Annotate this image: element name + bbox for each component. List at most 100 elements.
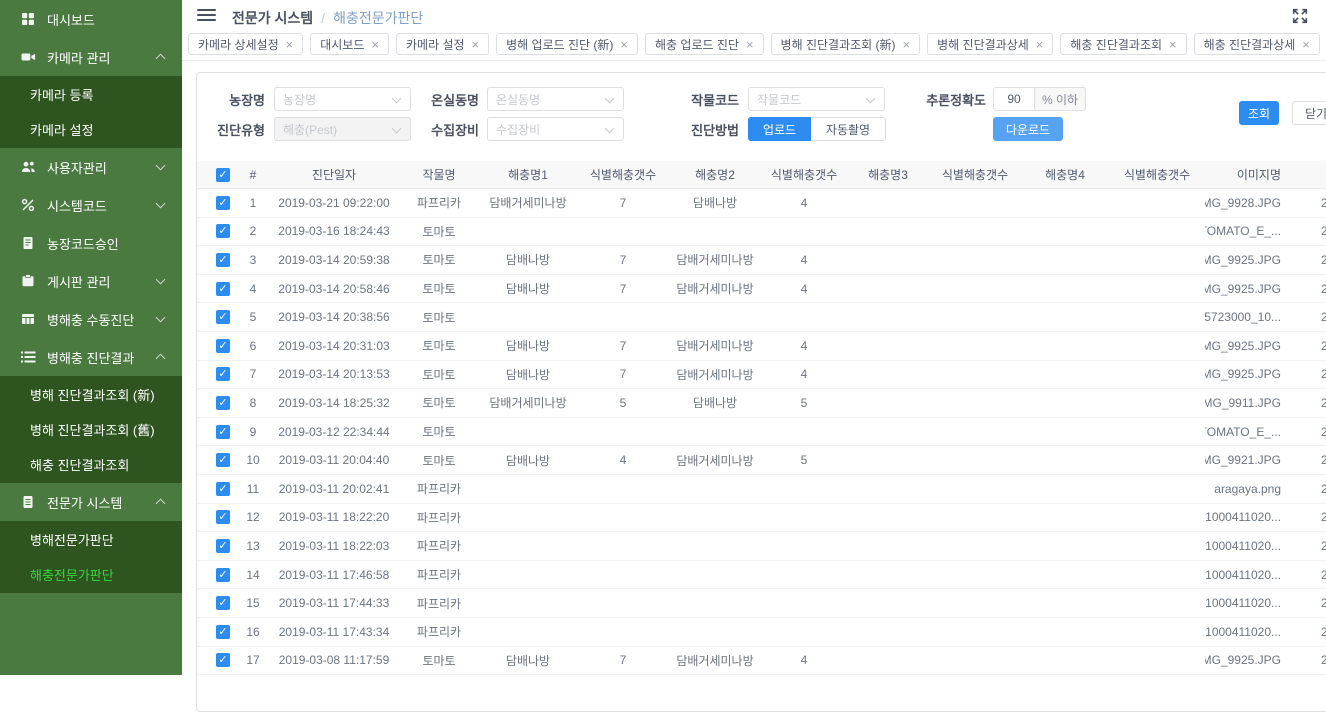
table-row[interactable]: ✓62019-03-14 20:31:03토마토담배나방7담배거세미나방4IMG… xyxy=(197,332,1326,361)
sidebar-item-1[interactable]: 카메라 관리 xyxy=(0,38,182,76)
tab-2[interactable]: 카메라 설정× xyxy=(396,33,489,55)
table-cell: 7 xyxy=(577,196,669,210)
method-upload-button[interactable]: 업로드 xyxy=(748,117,811,141)
table-row[interactable]: ✓42019-03-14 20:58:46토마토담배나방7담배거세미나방4IMG… xyxy=(197,275,1326,304)
row-checkbox[interactable]: ✓ xyxy=(216,453,230,467)
table-cell: 2019 xyxy=(1301,510,1326,524)
chevron-down-icon xyxy=(156,313,166,323)
table-row[interactable]: ✓152019-03-11 17:44:33파프리카1000411020...2… xyxy=(197,589,1326,618)
tab-4[interactable]: 해충 업로드 진단× xyxy=(645,33,764,55)
row-checkbox[interactable]: ✓ xyxy=(216,510,230,524)
tab-close-icon[interactable]: × xyxy=(472,38,480,51)
tab-3[interactable]: 병해 업로드 진단 (新)× xyxy=(496,33,638,55)
table-row[interactable]: ✓162019-03-11 17:43:34파프리카1000411020...2… xyxy=(197,618,1326,647)
chevron-up-icon xyxy=(156,54,166,64)
table-row[interactable]: ✓122019-03-11 18:22:20파프리카1000411020...2… xyxy=(197,504,1326,533)
table-row[interactable]: ✓92019-03-12 22:34:44토마토TOMATO_E_...2019 xyxy=(197,418,1326,447)
tab-6[interactable]: 병해 진단결과상세× xyxy=(927,33,1053,55)
diag-type-label: 진단유형 xyxy=(209,120,265,139)
row-checkbox[interactable]: ✓ xyxy=(216,568,230,582)
crop-code-select[interactable]: 작물코드 xyxy=(748,87,885,111)
table-row[interactable]: ✓132019-03-11 18:22:03파프리카1000411020...2… xyxy=(197,532,1326,561)
table-cell: 4 xyxy=(761,367,847,381)
sidebar-item-label: 대시보드 xyxy=(47,10,95,29)
row-checkbox[interactable]: ✓ xyxy=(216,339,230,353)
tab-close-icon[interactable]: × xyxy=(1036,38,1044,51)
table-row[interactable]: ✓112019-03-11 20:02:41파프리카aragaya.png201… xyxy=(197,475,1326,504)
row-checkbox[interactable]: ✓ xyxy=(216,625,230,639)
tab-close-icon[interactable]: × xyxy=(903,38,911,51)
tab-5[interactable]: 병해 진단결과조회 (新)× xyxy=(771,33,921,55)
row-checkbox[interactable]: ✓ xyxy=(216,253,230,267)
table-row[interactable]: ✓72019-03-14 20:13:53토마토담배나방7담배거세미나방4IMG… xyxy=(197,361,1326,390)
table-cell: 토마토 xyxy=(399,309,479,326)
tab-close-icon[interactable]: × xyxy=(371,38,379,51)
row-checkbox[interactable]: ✓ xyxy=(216,425,230,439)
chevron-down-icon xyxy=(156,199,166,209)
accuracy-input[interactable] xyxy=(993,87,1035,111)
tab-7[interactable]: 해충 진단결과조회× xyxy=(1060,33,1186,55)
farm-name-select[interactable]: 농장명 xyxy=(274,87,411,111)
column-header: 해충명4 xyxy=(1021,166,1109,183)
tab-close-icon[interactable]: × xyxy=(746,38,754,51)
tab-0[interactable]: 카메라 상세설정× xyxy=(188,33,303,55)
sidebar-subitem[interactable]: 병해 진단결과조회 (舊) xyxy=(0,412,182,447)
table-row[interactable]: ✓102019-03-11 20:04:40토마토담배나방4담배거세미나방5IM… xyxy=(197,446,1326,475)
sidebar-item-8[interactable]: 전문가 시스템 xyxy=(0,483,182,521)
row-checkbox[interactable]: ✓ xyxy=(216,539,230,553)
tab-label: 대시보드 xyxy=(320,36,364,53)
table-row[interactable]: ✓82019-03-14 18:25:32토마토담배거세미나방5담배나방5IMG… xyxy=(197,389,1326,418)
row-checkbox[interactable]: ✓ xyxy=(216,224,230,238)
tab-close-icon[interactable]: × xyxy=(620,38,628,51)
table-cell: 파프리카 xyxy=(399,595,479,612)
table-row[interactable]: ✓32019-03-14 20:59:38토마토담배나방7담배거세미나방4IMG… xyxy=(197,246,1326,275)
sidebar-item-3[interactable]: 시스템코드 xyxy=(0,186,182,224)
tab-close-icon[interactable]: × xyxy=(1169,38,1177,51)
table-cell: 담배거세미나방 xyxy=(669,337,761,354)
hamburger-menu-icon[interactable] xyxy=(197,9,216,22)
sidebar-item-4[interactable]: 농장코드승인 xyxy=(0,224,182,262)
row-checkbox[interactable]: ✓ xyxy=(216,367,230,381)
table-cell: IMG_9921.JPG xyxy=(1205,453,1301,467)
tab-close-icon[interactable]: × xyxy=(286,38,294,51)
sidebar-item-6[interactable]: 병해충 수동진단 xyxy=(0,300,182,338)
chevron-up-icon xyxy=(156,354,166,364)
row-checkbox[interactable]: ✓ xyxy=(216,396,230,410)
sidebar-subitem[interactable]: 카메라 등록 xyxy=(0,77,182,112)
row-checkbox[interactable]: ✓ xyxy=(216,310,230,324)
table-row[interactable]: ✓172019-03-08 11:17:59토마토담배나방7담배거세미나방4IM… xyxy=(197,647,1326,676)
row-checkbox[interactable]: ✓ xyxy=(216,196,230,210)
select-all-checkbox[interactable]: ✓ xyxy=(216,168,230,182)
sidebar-subitem[interactable]: 병해 진단결과조회 (新) xyxy=(0,377,182,412)
sidebar-subitem[interactable]: 병해전문가판단 xyxy=(0,522,182,557)
download-button[interactable]: 다운로드 xyxy=(993,117,1063,141)
breadcrumb-parent[interactable]: 전문가 시스템 xyxy=(232,8,313,28)
tab-1[interactable]: 대시보드 × xyxy=(310,33,389,55)
sidebar-item-0[interactable]: 대시보드 xyxy=(0,0,182,38)
sidebar-item-5[interactable]: 게시판 관리 xyxy=(0,262,182,300)
method-autocapture-button[interactable]: 자동촬영 xyxy=(811,117,886,141)
sidebar-item-7[interactable]: 병해충 진단결과 xyxy=(0,338,182,376)
row-checkbox[interactable]: ✓ xyxy=(216,653,230,667)
table-cell: 12 xyxy=(237,510,269,524)
device-select[interactable]: 수집장비 xyxy=(487,117,624,141)
table-row[interactable]: ✓12019-03-21 09:22:00파프리카담배거세미나방7담배나방4IM… xyxy=(197,189,1326,218)
system-code-icon xyxy=(20,197,36,213)
table-cell: 2 xyxy=(237,224,269,238)
row-checkbox[interactable]: ✓ xyxy=(216,282,230,296)
table-row[interactable]: ✓142019-03-11 17:46:58파프리카1000411020...2… xyxy=(197,561,1326,590)
filter-row-2: 진단유형 해충(Pest) 수집장비 수집장비 진단방법 업로드 자동촬영 다운… xyxy=(197,117,1326,141)
sidebar-subitem[interactable]: 카메라 설정 xyxy=(0,112,182,147)
row-checkbox[interactable]: ✓ xyxy=(216,596,230,610)
row-checkbox[interactable]: ✓ xyxy=(216,482,230,496)
greenhouse-select[interactable]: 온실동명 xyxy=(487,87,624,111)
sidebar-subitem-active[interactable]: 해충전문가판단 xyxy=(0,557,182,592)
table-row[interactable]: ✓22019-03-16 18:24:43토마토TOMATO_E_...2019 xyxy=(197,218,1326,247)
tab-close-icon[interactable]: × xyxy=(1302,38,1310,51)
tab-8[interactable]: 해충 진단결과상세× xyxy=(1194,33,1320,55)
table-row[interactable]: ✓52019-03-14 20:38:56토마토5723000_10...201… xyxy=(197,303,1326,332)
fullscreen-icon[interactable] xyxy=(1292,8,1308,24)
sidebar-subitem[interactable]: 해충 진단결과조회 xyxy=(0,447,182,482)
sidebar-item-label: 전문가 시스템 xyxy=(47,493,122,512)
sidebar-item-2[interactable]: 사용자관리 xyxy=(0,148,182,186)
